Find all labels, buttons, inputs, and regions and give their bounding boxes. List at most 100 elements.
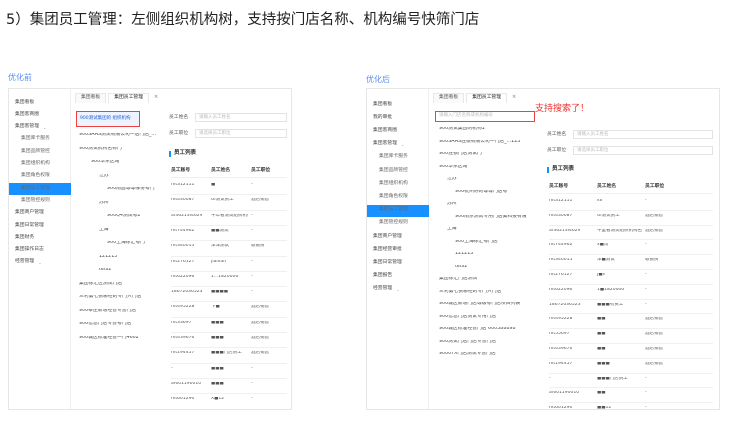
tree-node[interactable]: 集团徐汇区测试门店: [79, 282, 122, 287]
employee-list-title: 员工列表: [547, 166, 574, 173]
sidebar-item[interactable]: 集团管控规则: [9, 195, 71, 207]
sidebar-item[interactable]: 经营管理 ⌄: [367, 284, 429, 296]
tab-employee-management[interactable]: 集团员工管理: [466, 93, 507, 103]
sidebar-item[interactable]: 集团看板: [367, 99, 429, 111]
sidebar-item[interactable]: 集团角色权限: [9, 171, 71, 183]
sidebar-item[interactable]: 集团商户管理: [367, 231, 429, 243]
table-cell: ■■■■: [211, 290, 229, 295]
sidebar-item[interactable]: 集团品牌管控: [367, 165, 429, 177]
tree-node[interactable]: 苏州: [99, 201, 109, 206]
tree-node[interactable]: 9000TX门店测试专营门店: [439, 352, 496, 357]
sidebar-item[interactable]: 集团库卡服务: [9, 134, 71, 146]
tab-employee-management[interactable]: 集团员工管理: [108, 93, 149, 103]
sidebar-item[interactable]: 集团客管理 ⌄: [367, 139, 429, 151]
table-cell: Jianlan: [211, 259, 227, 264]
table-cell: mt276127: [171, 259, 195, 264]
tree-node[interactable]: 900测试门店门店专营门店: [439, 340, 496, 345]
sidebar-item[interactable]: 集团客管理 ⌄: [9, 122, 71, 134]
sidebar-item[interactable]: 我的审批: [367, 112, 429, 124]
tree-node[interactable]: 三利第七张哪经的专门只门店: [439, 290, 501, 295]
tree-node[interactable]: 900测试集团的机构1: [439, 127, 485, 132]
sidebar-item[interactable]: 集团日常管理: [9, 220, 71, 232]
tree-node[interactable]: 900南京测试专用门店美科技有限: [455, 215, 527, 220]
tree-node[interactable]: 江苏: [447, 177, 457, 182]
sidebar-item[interactable]: 集团员工管理: [367, 204, 429, 217]
table-cell: ■■■门店员工: [597, 376, 628, 381]
tree-node[interactable]: 上海: [447, 227, 457, 232]
table-cell: X■12: [211, 397, 225, 402]
header-divider: [171, 177, 287, 178]
tree-node[interactable]: 900连锁门店测试门: [439, 152, 482, 157]
table-cell: -: [645, 199, 647, 203]
tree-node[interactable]: 900南昌等等哪份号门: [107, 187, 155, 192]
column-header: 员工账号: [549, 184, 569, 189]
table-cell: 下■: [211, 305, 220, 310]
tab-dashboard[interactable]: 集团看板: [433, 93, 465, 103]
sidebar-item[interactable]: 集团组织机构: [367, 178, 429, 190]
sidebar-item[interactable]: 集团角色权限: [367, 191, 429, 203]
sidebar-item[interactable]: 经营管理 ⌄: [9, 257, 71, 269]
row-divider: [171, 332, 287, 333]
employee-position-select[interactable]: 请选择员工职位: [195, 129, 287, 138]
tree-node[interactable]: 900Q4测试号2: [107, 214, 140, 219]
table-cell: 18672036523: [549, 302, 581, 307]
tree-node[interactable]: 900测试机构名称门: [79, 147, 122, 152]
sidebar-item[interactable]: 集团看板: [9, 97, 71, 109]
org-tree-root[interactable]: 900测试集团的 组织机构: [76, 111, 140, 127]
tree-node[interactable]: 苏州: [447, 202, 457, 207]
sidebar-item[interactable]: 集团操作日志: [9, 245, 71, 257]
close-icon[interactable]: ×: [509, 93, 519, 103]
tree-node[interactable]: 900上海徐汇号门店: [455, 240, 498, 245]
employee-name-label: 员工姓名: [547, 132, 567, 137]
employee-name-input[interactable]: 请输入员工姓名: [195, 113, 287, 122]
tree-node[interactable]: 900信息门店测试专用门店: [439, 315, 496, 320]
table-cell: af36213I4629: [171, 213, 203, 218]
tree-node[interactable]: 集团徐汇门店测试: [439, 277, 477, 282]
tree-node[interactable]: 900SAAS连锁有限公司一门店_...123: [439, 140, 520, 145]
close-icon[interactable]: ×: [151, 93, 161, 103]
employee-position-label: 员工职位: [547, 148, 567, 153]
table-cell: af601190010: [549, 391, 580, 396]
sidebar-item[interactable]: 集团报告: [367, 271, 429, 283]
sidebar-item[interactable]: 集团日常管理: [367, 257, 429, 269]
tree-node[interactable]: 900信息门店专营号门店: [79, 322, 131, 327]
table-cell: -: [645, 273, 647, 277]
sidebar-item[interactable]: 集团品牌管控: [9, 146, 71, 158]
sidebar-item[interactable]: 集团管控规则: [367, 218, 429, 230]
tree-node[interactable]: 121213: [99, 255, 117, 260]
sidebar-item-label: 集团管控规则: [379, 220, 408, 226]
sidebar-item[interactable]: 集团库卡服务: [367, 152, 429, 164]
before-screenshot: 集团看板 集团客商圈 集团客管理 ⌄ 集团库卡服务 集团品牌管控 集团组织机构 集团角色权限集…: [8, 88, 292, 410]
table-cell: -: [251, 397, 253, 402]
tree-node[interactable]: 900莘庄新增经营专营门店: [79, 309, 136, 314]
tree-node[interactable]: 900华东区域: [91, 160, 119, 165]
table-cell: 酒店销售: [251, 351, 269, 356]
tree-node[interactable]: 三利第七张哪经的专门只门店: [79, 295, 141, 300]
sidebar-item[interactable]: 集团客商圈: [9, 109, 71, 121]
tree-node[interactable]: tets2: [455, 265, 467, 270]
tree-node[interactable]: tets2: [99, 268, 111, 273]
sidebar-item[interactable]: 集团组织机构: [9, 159, 71, 171]
tree-node[interactable]: 900城区标准经营门店 600388898: [439, 327, 516, 332]
sidebar-item[interactable]: 集团客商圈: [367, 125, 429, 137]
tree-node[interactable]: 900城区新增门店等级号门店项目列表: [439, 302, 520, 307]
tab-dashboard[interactable]: 集团看板: [75, 93, 107, 103]
employee-position-select[interactable]: 请选择员工职位: [573, 146, 713, 155]
tree-node[interactable]: 900华东区域: [439, 165, 467, 170]
tree-node[interactable]: 900上海徐汇号门: [107, 241, 145, 246]
sidebar-item[interactable]: 集团财务: [9, 232, 71, 244]
sidebar-item[interactable]: 集团经营审批: [367, 244, 429, 256]
search-annotation: 支持搜索了！: [535, 104, 590, 114]
tree-node[interactable]: 121213: [455, 252, 473, 257]
sidebar-item[interactable]: 集团商户管理: [9, 208, 71, 220]
table-cell: mt601290: [171, 397, 195, 402]
sidebar-item[interactable]: 集团员工管理: [9, 183, 71, 196]
employee-name-input[interactable]: 请输入员工姓名: [573, 130, 713, 139]
tree-node[interactable]: 900城区标准经营一门4602: [79, 336, 139, 341]
tree-node[interactable]: 900SAAS测试有限公司一店门店_...: [79, 133, 156, 138]
tree-node[interactable]: 上海: [99, 228, 109, 233]
tree-node[interactable]: 900杭州好的等等门店号: [455, 190, 507, 195]
tree-node[interactable]: 江苏: [99, 174, 109, 179]
store-search-input[interactable]: 请输入门店名称或机构编号: [435, 111, 535, 122]
sidebar-item-label: 集团经营审批: [373, 246, 402, 252]
